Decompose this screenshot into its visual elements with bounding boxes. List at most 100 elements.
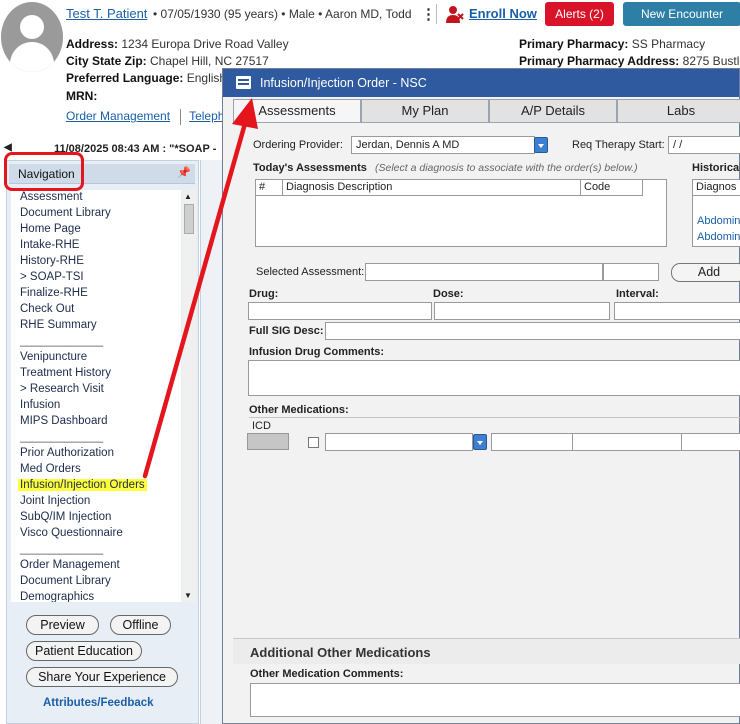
tab-my-plan[interactable]: My Plan: [361, 99, 489, 123]
nav-item[interactable]: Check Out: [20, 303, 74, 315]
scroll-thumb[interactable]: [184, 204, 194, 234]
patient-avatar: [1, 2, 63, 72]
more-options-icon[interactable]: ⋮: [421, 5, 436, 23]
tab-ap-details[interactable]: A/P Details: [489, 99, 617, 123]
nav-item[interactable]: Order Management: [20, 559, 120, 571]
ordering-provider-label: Ordering Provider:: [253, 139, 343, 151]
nav-separator: _____________: [20, 431, 104, 443]
patient-info: • 07/05/1930 (95 years) • Male • Aaron M…: [153, 7, 412, 21]
mrn-label: MRN:: [66, 89, 98, 103]
historical-grid[interactable]: Diagnos Abdomin Abdomin: [692, 179, 740, 247]
full-sig-field[interactable]: [325, 322, 740, 340]
req-therapy-label: Req Therapy Start:: [572, 139, 665, 151]
pharmacy-address-line: Primary Pharmacy Address: 8275 Bustle: [519, 54, 740, 68]
nav-item[interactable]: Finalize-RHE: [20, 287, 88, 299]
nav-item[interactable]: Med Orders: [20, 463, 81, 475]
pharmacy-address-label: Primary Pharmacy Address:: [519, 54, 680, 68]
navigation-panel: Navigation 📌 Assessment Document Library H…: [6, 160, 199, 724]
dose-label: Dose:: [433, 288, 464, 300]
other-medications-label: Other Medications:: [249, 404, 349, 416]
dialog-title: Infusion/Injection Order - NSC: [260, 76, 427, 90]
nav-item[interactable]: Infusion: [20, 399, 60, 411]
new-encounter-button[interactable]: New Encounter: [623, 2, 740, 26]
nav-item[interactable]: Demographics: [20, 591, 94, 602]
dose-field[interactable]: [434, 302, 610, 320]
infusion-comments-textarea[interactable]: [248, 360, 740, 396]
other-medication-interval-field[interactable]: [681, 433, 740, 451]
nav-item[interactable]: > SOAP-TSI: [20, 271, 84, 283]
offline-button[interactable]: Offline: [110, 615, 171, 635]
nav-item[interactable]: MIPS Dashboard: [20, 415, 108, 427]
patient-name-link[interactable]: Test T. Patient: [66, 6, 147, 21]
additional-medications-section: Additional Other Medications: [233, 638, 740, 664]
infusion-comments-label: Infusion Drug Comments:: [249, 346, 385, 358]
avatar-body: [10, 42, 54, 72]
nav-item[interactable]: History-RHE: [20, 255, 84, 267]
selected-assessment-field[interactable]: [365, 263, 603, 281]
infusion-order-dialog: Infusion/Injection Order - NSC Assessmen…: [222, 68, 740, 724]
language-value: English: [186, 71, 227, 85]
other-medication-checkbox[interactable]: [308, 437, 319, 448]
other-medication-dropdown-icon[interactable]: [473, 434, 487, 450]
interval-field[interactable]: [614, 302, 740, 320]
ordering-provider-dropdown-icon[interactable]: [534, 137, 548, 153]
nav-item[interactable]: Joint Injection: [20, 495, 90, 507]
historical-header: Diagnos: [693, 180, 740, 196]
order-management-link[interactable]: Order Management: [66, 109, 170, 123]
annotation-highlight-box: [4, 152, 84, 191]
enroll-person-icon[interactable]: [446, 5, 464, 23]
historical-row-1[interactable]: Abdomin: [697, 215, 740, 227]
other-medication-comments-textarea[interactable]: [250, 683, 740, 717]
tab-assessments[interactable]: Assessments: [233, 99, 361, 123]
nav-item[interactable]: RHE Summary: [20, 319, 97, 331]
enroll-now-link[interactable]: Enroll Now: [469, 6, 537, 21]
interval-label: Interval:: [616, 288, 659, 300]
ordering-provider-select[interactable]: Jerdan, Dennis A MD: [351, 136, 535, 154]
other-medication-dose-field[interactable]: [491, 433, 573, 451]
tab-labs[interactable]: Labs: [617, 99, 740, 123]
nav-item[interactable]: SubQ/IM Injection: [20, 511, 111, 523]
other-medication-route-field[interactable]: [572, 433, 682, 451]
grid-header-code: Code: [581, 180, 643, 196]
patient-education-button[interactable]: Patient Education: [26, 641, 142, 661]
ordering-provider-value: Jerdan, Dennis A MD: [356, 139, 460, 151]
nav-item[interactable]: Document Library: [20, 207, 111, 219]
share-experience-button[interactable]: Share Your Experience: [26, 667, 178, 687]
todays-assessments-grid[interactable]: # Diagnosis Description Code: [255, 179, 667, 247]
nav-item[interactable]: Intake-RHE: [20, 239, 79, 251]
nav-item[interactable]: Visco Questionnaire: [20, 527, 123, 539]
navigation-list: Assessment Document Library Home Page Intak…: [11, 190, 181, 602]
nav-item[interactable]: Venipuncture: [20, 351, 87, 363]
nav-item[interactable]: Home Page: [20, 223, 81, 235]
telephone-link[interactable]: Teleph: [189, 109, 224, 123]
historical-row-2[interactable]: Abdomin: [697, 231, 740, 243]
drug-field[interactable]: [248, 302, 432, 320]
address-line: Address: 1234 Europa Drive Road Valley: [66, 37, 289, 51]
grid-header-description: Diagnosis Description: [283, 180, 581, 196]
attributes-feedback-link[interactable]: Attributes/Feedback: [43, 697, 154, 709]
nav-item[interactable]: Assessment: [20, 191, 83, 203]
city-label: City State Zip:: [66, 54, 147, 68]
pharmacy-label: Primary Pharmacy:: [519, 37, 629, 51]
selected-assessment-code-field[interactable]: [603, 263, 659, 281]
icd-field[interactable]: [247, 433, 289, 450]
add-button[interactable]: Add: [671, 263, 740, 282]
other-medication-select[interactable]: [325, 433, 473, 451]
address-label: Address:: [66, 37, 119, 51]
dialog-title-bar[interactable]: Infusion/Injection Order - NSC: [223, 69, 739, 97]
nav-item[interactable]: Document Library: [20, 575, 111, 587]
req-therapy-field[interactable]: / /: [668, 136, 740, 154]
nav-item[interactable]: Infusion/Injection Orders: [18, 479, 147, 491]
scroll-down-icon[interactable]: ▼: [184, 591, 192, 600]
historical-label: Historical: [692, 162, 740, 174]
scroll-up-icon[interactable]: ▲: [184, 192, 192, 201]
pin-icon[interactable]: 📌: [177, 166, 191, 179]
header-divider: [436, 4, 437, 24]
nav-item[interactable]: Treatment History: [20, 367, 111, 379]
other-medications-divider: [249, 417, 740, 418]
alerts-button[interactable]: Alerts (2): [545, 2, 614, 26]
nav-item[interactable]: > Research Visit: [20, 383, 104, 395]
preview-button[interactable]: Preview: [26, 615, 99, 635]
navigation-scrollbar[interactable]: ▲ ▼: [182, 190, 196, 602]
nav-item[interactable]: Prior Authorization: [20, 447, 114, 459]
